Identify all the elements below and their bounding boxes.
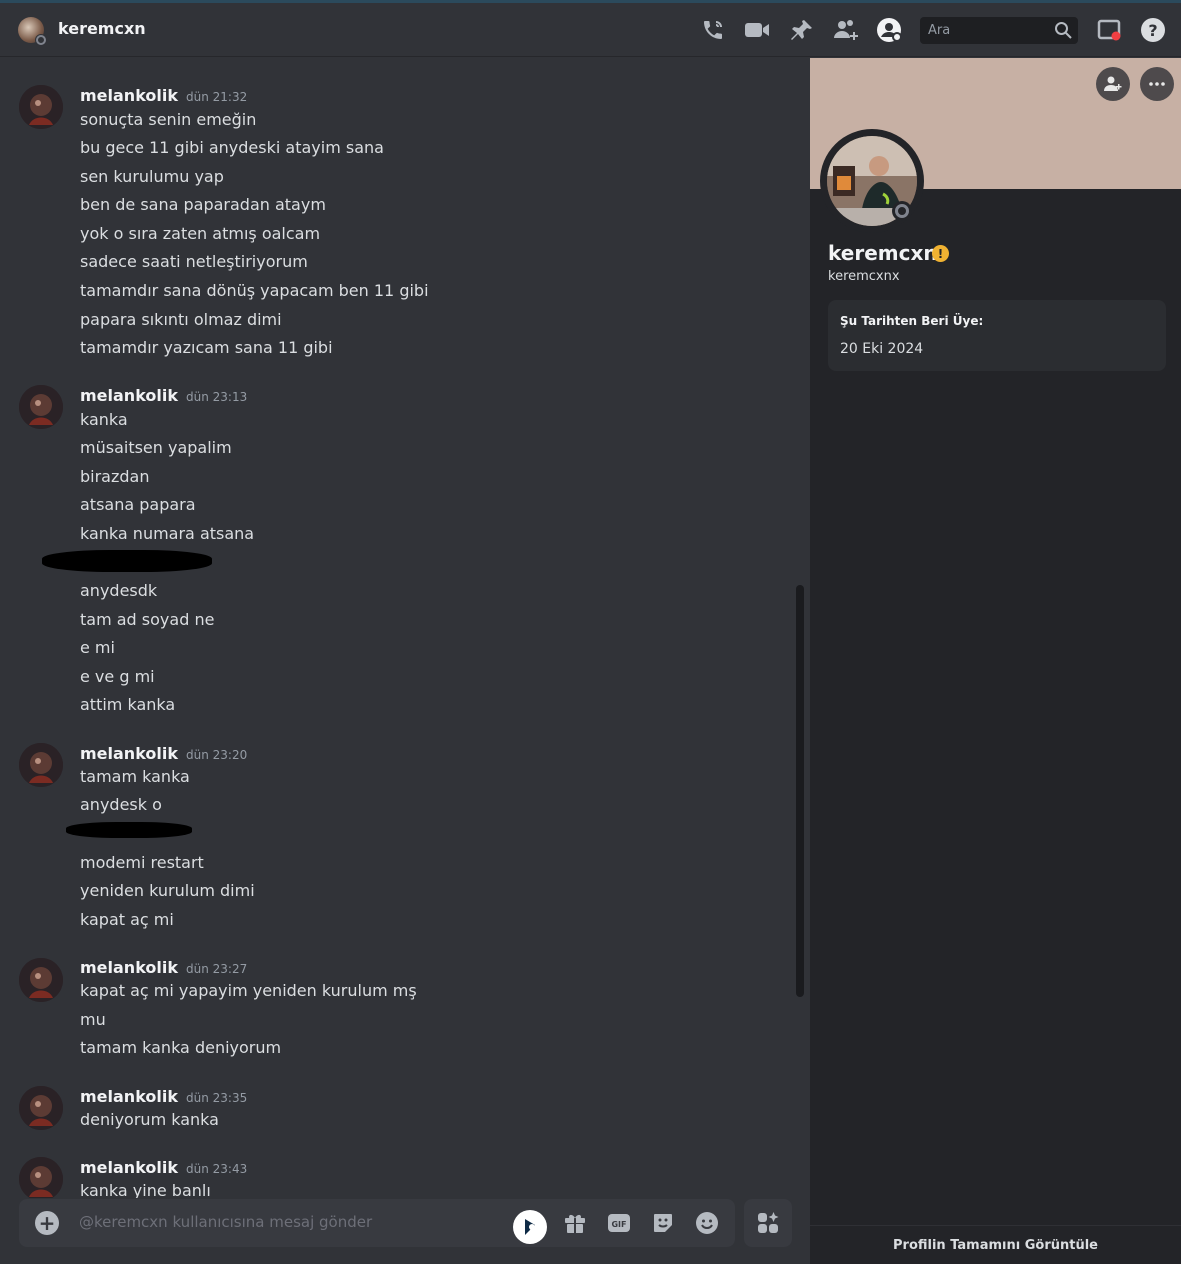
member-since-value: 20 Eki 2024 [840,341,924,357]
view-full-profile-link[interactable]: Profilin Tamamını Görüntüle [810,1238,1181,1253]
redaction-mark [66,822,192,838]
dm-avatar[interactable] [18,17,47,46]
author-avatar[interactable] [19,1157,63,1198]
message-line: müsaitsen yapalim [80,438,232,457]
gif-icon[interactable]: GIF [607,1211,631,1235]
message-line: birazdan [80,467,150,486]
message-line: kanka yine banlı [80,1181,211,1198]
message-line: ben de sana paparadan ataym [80,195,326,214]
message-line: yeniden kurulum dimi [80,881,255,900]
message-line: tamam kanka [80,767,190,786]
search-icon[interactable] [1054,21,1072,39]
channel-header: keremcxn Ara ? [0,3,1181,57]
inbox-icon[interactable] [1096,17,1122,43]
offline-status-icon [35,34,47,46]
message-line: e ve g mi [80,667,155,686]
sticker-icon[interactable] [651,1211,675,1235]
message-line: sadece saati netleştiriyorum [80,252,308,271]
chat-scrollbar[interactable] [796,585,804,997]
svg-text:?: ? [1148,21,1157,40]
message-line: anydesk o [80,795,162,814]
message-composer[interactable]: + @keremcxn kullanıcısına mesaj gönder G… [19,1199,735,1247]
message-author[interactable]: melankolik dün 23:35 [80,1087,247,1106]
author-avatar[interactable] [19,743,63,787]
author-avatar[interactable] [19,85,63,129]
pin-icon[interactable] [789,17,815,43]
message-line: tamamdır yazıcam sana 11 gibi [80,338,333,357]
member-since-label: Şu Tarihten Beri Üye: [840,314,984,328]
message-line: kapat aç mi [80,910,174,929]
message-line: atsana papara [80,495,196,514]
message-line: e mi [80,638,115,657]
message-line: anydesdk [80,581,158,600]
message-line: kanka [80,410,128,429]
message-timestamp: dün 23:27 [186,962,248,976]
message-line: attim kanka [80,695,176,714]
phone-call-icon[interactable] [700,17,726,43]
gift-icon[interactable] [563,1211,587,1235]
message-author[interactable]: melankolik dün 21:32 [80,86,247,105]
user-profile-icon[interactable] [876,17,902,43]
add-attachment-icon[interactable]: + [35,1211,59,1235]
message-author[interactable]: melankolik dün 23:43 [80,1158,247,1177]
profile-display-name: keremcxn [828,241,938,265]
profile-panel: keremcxn ! keremcxnx Şu Tarihten Beri Üy… [810,58,1181,1264]
message-timestamp: dün 23:20 [186,748,248,762]
message-line: papara sıkıntı olmaz dimi [80,310,282,329]
search-placeholder: Ara [928,23,951,38]
apps-icon[interactable] [744,1199,792,1247]
message-line: sonuçta senin emeğin [80,110,257,129]
message-line: tamam kanka deniyorum [80,1038,282,1057]
message-line: bu gece 11 gibi anydeski atayim sana [80,138,384,157]
message-line: kanka numara atsana [80,524,255,543]
message-timestamp: dün 23:13 [186,390,248,404]
video-call-icon[interactable] [744,17,770,43]
message-author[interactable]: melankolik dün 23:27 [80,958,247,977]
message-list[interactable]: melankolik dün 21:32 sonuçta senin emeğin… [0,58,810,1198]
author-avatar[interactable] [19,385,63,429]
message-author[interactable]: melankolik dün 23:20 [80,744,247,763]
message-line: mu [80,1010,106,1029]
message-line: yok o sıra zaten atmış oalcam [80,224,321,243]
add-friend-profile-icon[interactable] [1096,67,1130,101]
translate-app-icon[interactable] [512,1209,548,1245]
author-avatar[interactable] [19,958,63,1002]
add-friend-icon[interactable] [833,17,859,43]
gif-label: GIF [611,1220,626,1229]
message-timestamp: dün 23:35 [186,1091,248,1105]
message-line: sen kurulumu yap [80,167,224,186]
message-line: modemi restart [80,853,204,872]
help-icon[interactable]: ? [1140,17,1166,43]
message-line: tam ad soyad ne [80,610,215,629]
message-timestamp: dün 23:43 [186,1162,248,1176]
search-box[interactable]: Ara [920,17,1078,44]
message-line: tamamdır sana dönüş yapacam ben 11 gibi [80,281,429,300]
emoji-icon[interactable] [695,1211,719,1235]
profile-username: keremcxnx [828,269,900,284]
message-line: deniyorum kanka [80,1110,219,1129]
redaction-mark [42,550,212,572]
author-avatar[interactable] [19,1086,63,1130]
warning-badge-icon[interactable]: ! [932,245,949,262]
message-line: kapat aç mi yapayim yeniden kurulum mş [80,981,417,1000]
more-options-icon[interactable] [1140,67,1174,101]
message-input[interactable]: @keremcxn kullanıcısına mesaj gönder [79,1213,372,1231]
channel-title[interactable]: keremcxn [58,19,146,38]
profile-footer: Profilin Tamamını Görüntüle [810,1225,1181,1264]
member-since-card: Şu Tarihten Beri Üye: 20 Eki 2024 [828,300,1166,371]
message-timestamp: dün 21:32 [186,90,248,104]
message-author[interactable]: melankolik dün 23:13 [80,386,247,405]
offline-status-icon [892,201,912,221]
